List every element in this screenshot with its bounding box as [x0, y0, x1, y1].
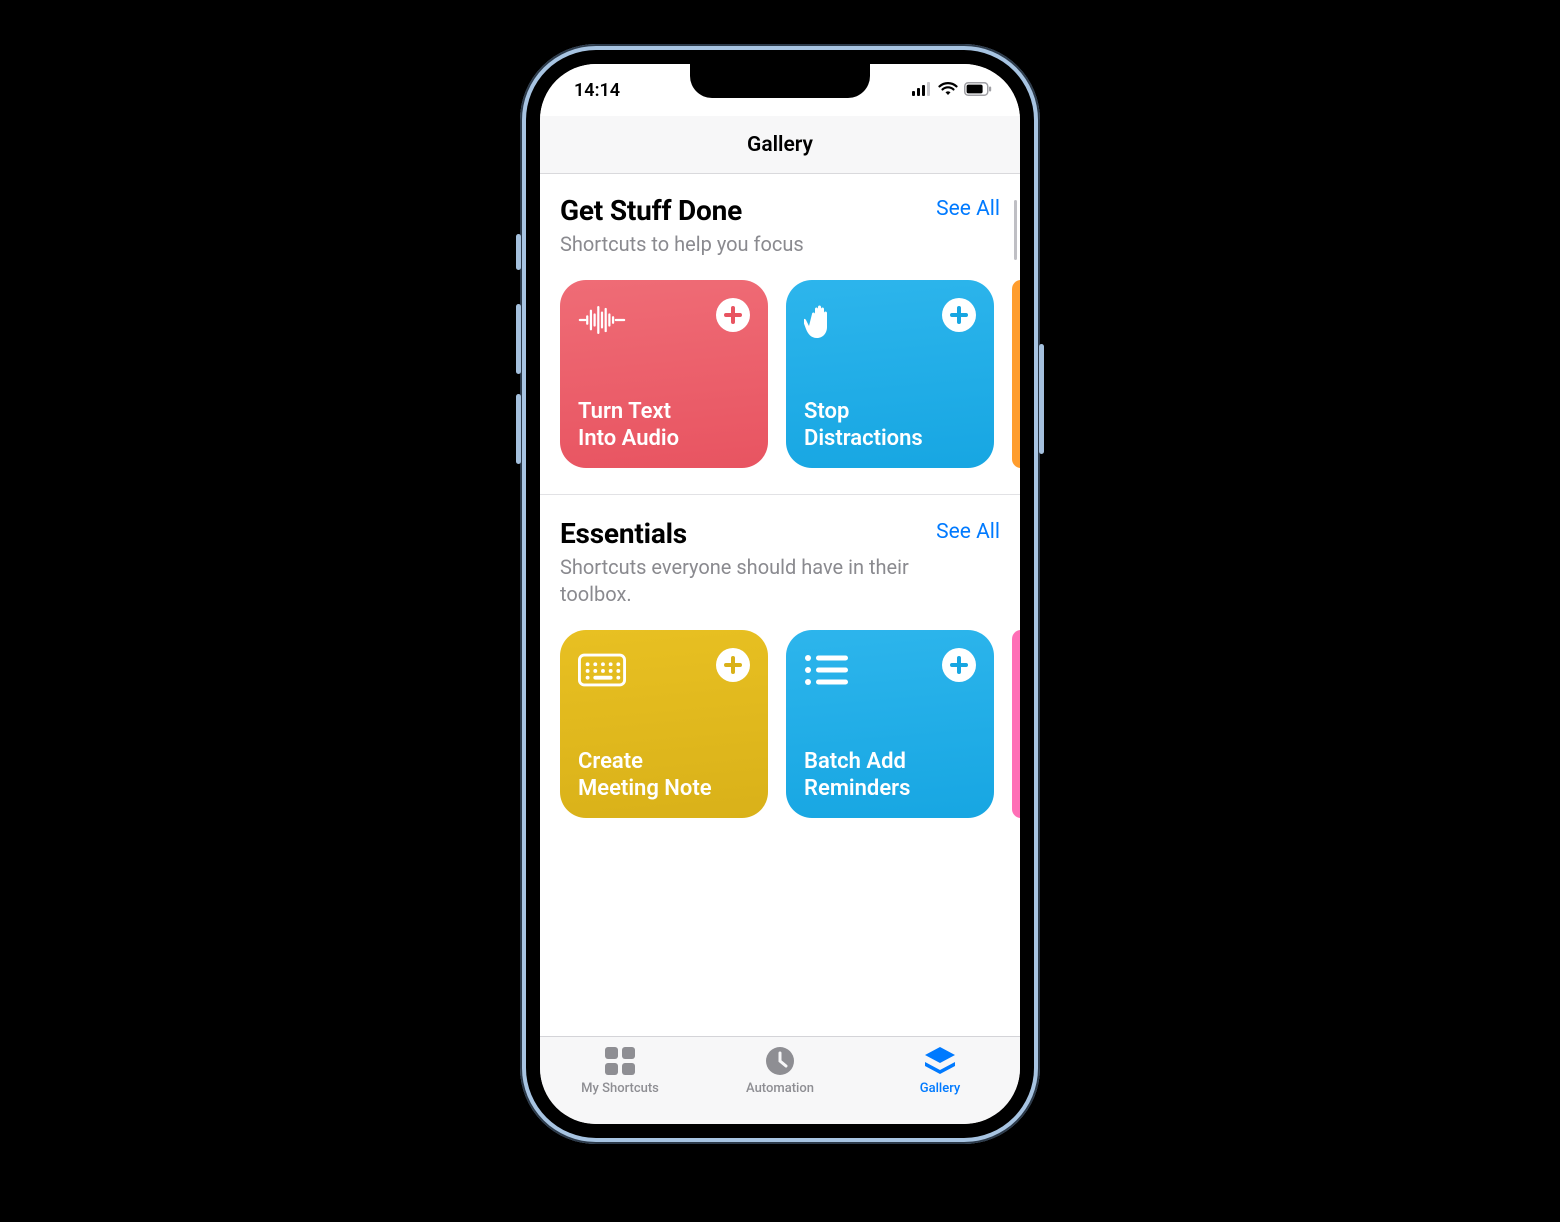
add-shortcut-button[interactable]	[942, 648, 976, 682]
tab-label: Automation	[746, 1081, 814, 1096]
shortcut-card-label: Create Meeting Note	[578, 749, 750, 802]
shortcut-card-label: Turn Text Into Audio	[578, 399, 750, 452]
volume-up-button[interactable]	[516, 304, 521, 374]
section-title: Essentials	[560, 517, 924, 550]
battery-icon	[964, 80, 992, 101]
silence-switch[interactable]	[516, 234, 521, 270]
stack-icon	[923, 1045, 957, 1077]
grid-icon	[603, 1045, 637, 1077]
tab-label: My Shortcuts	[581, 1081, 659, 1096]
list-icon	[804, 648, 852, 692]
volume-down-button[interactable]	[516, 394, 521, 464]
wifi-icon	[938, 80, 958, 101]
shortcut-card-peek[interactable]	[1012, 280, 1020, 468]
add-shortcut-button[interactable]	[942, 298, 976, 332]
section-subtitle: Shortcuts to help you focus	[560, 231, 804, 258]
scroll-indicator	[1014, 200, 1017, 260]
section-title: Get Stuff Done	[560, 194, 804, 227]
status-time: 14:14	[574, 80, 620, 101]
tab-my-shortcuts[interactable]: My Shortcuts	[540, 1045, 700, 1096]
shortcut-card-stop-distractions[interactable]: Stop Distractions	[786, 280, 994, 468]
add-shortcut-button[interactable]	[716, 648, 750, 682]
shortcut-card-batch-add-reminders[interactable]: Batch Add Reminders	[786, 630, 994, 818]
shortcut-card-label: Stop Distractions	[804, 399, 976, 452]
see-all-link[interactable]: See All	[936, 520, 1000, 544]
add-shortcut-button[interactable]	[716, 298, 750, 332]
shortcut-card-peek[interactable]	[1012, 630, 1020, 818]
keyboard-icon	[578, 648, 626, 692]
device-notch	[690, 64, 870, 98]
shortcut-card-create-meeting-note[interactable]: Create Meeting Note	[560, 630, 768, 818]
see-all-link[interactable]: See All	[936, 197, 1000, 221]
tab-gallery[interactable]: Gallery	[860, 1045, 1020, 1096]
section-essentials: Essentials Shortcuts everyone should hav…	[540, 494, 1020, 818]
waveform-icon	[578, 298, 626, 342]
power-button[interactable]	[1039, 344, 1044, 454]
gallery-content[interactable]: Get Stuff Done Shortcuts to help you foc…	[540, 174, 1020, 1036]
shortcut-card-turn-text-into-audio[interactable]: Turn Text Into Audio	[560, 280, 768, 468]
cellular-icon	[912, 80, 932, 101]
card-row[interactable]: Create Meeting Note	[560, 630, 1000, 818]
nav-title: Gallery	[747, 133, 813, 157]
tab-bar: My Shortcuts Automation	[540, 1036, 1020, 1124]
device-frame: 14:14	[520, 44, 1040, 1144]
tab-label: Gallery	[920, 1081, 961, 1096]
hand-icon	[804, 298, 852, 342]
section-subtitle: Shortcuts everyone should have in their …	[560, 554, 924, 608]
shortcut-card-label: Batch Add Reminders	[804, 749, 976, 802]
tab-automation[interactable]: Automation	[700, 1045, 860, 1096]
section-get-stuff-done: Get Stuff Done Shortcuts to help you foc…	[540, 174, 1020, 468]
nav-header: Gallery	[540, 116, 1020, 174]
clock-icon	[763, 1045, 797, 1077]
card-row[interactable]: Turn Text Into Audio	[560, 280, 1000, 468]
